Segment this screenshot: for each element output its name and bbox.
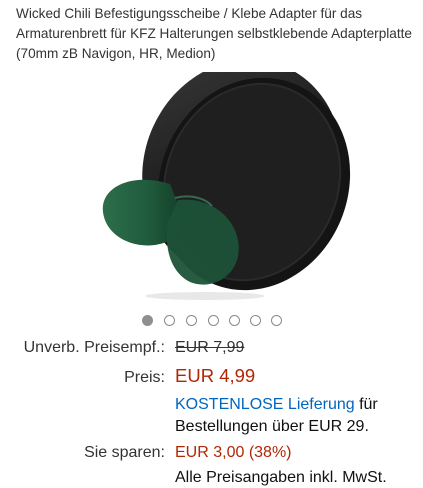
carousel-dot[interactable]	[186, 315, 197, 326]
price-label: Preis:	[124, 369, 165, 386]
savings-label: Sie sparen:	[84, 444, 165, 461]
rrp-value: EUR 7,99	[175, 339, 245, 356]
carousel-dot[interactable]	[271, 315, 282, 326]
tax-footnote: Alle Preisangaben inkl. MwSt.	[175, 469, 387, 486]
product-title: Wicked Chili Befestigungsscheibe / Klebe…	[16, 6, 412, 61]
carousel-dot[interactable]	[208, 315, 219, 326]
adhesive-disc-product-image	[102, 59, 351, 300]
carousel-dot[interactable]	[250, 315, 261, 326]
product-image[interactable]	[0, 59, 423, 304]
shipping-info: KOSTENLOSE Lieferung für Bestellungen üb…	[175, 394, 415, 438]
image-carousel-dots[interactable]	[0, 314, 423, 328]
carousel-dot[interactable]	[142, 315, 153, 326]
free-shipping-link[interactable]: KOSTENLOSE Lieferung	[175, 396, 355, 413]
price-value: EUR 4,99	[175, 365, 256, 386]
rrp-label: Unverb. Preisempf.:	[23, 339, 165, 356]
carousel-dot[interactable]	[229, 315, 240, 326]
savings-value: EUR 3,00 (38%)	[175, 444, 292, 461]
carousel-dot[interactable]	[164, 315, 175, 326]
